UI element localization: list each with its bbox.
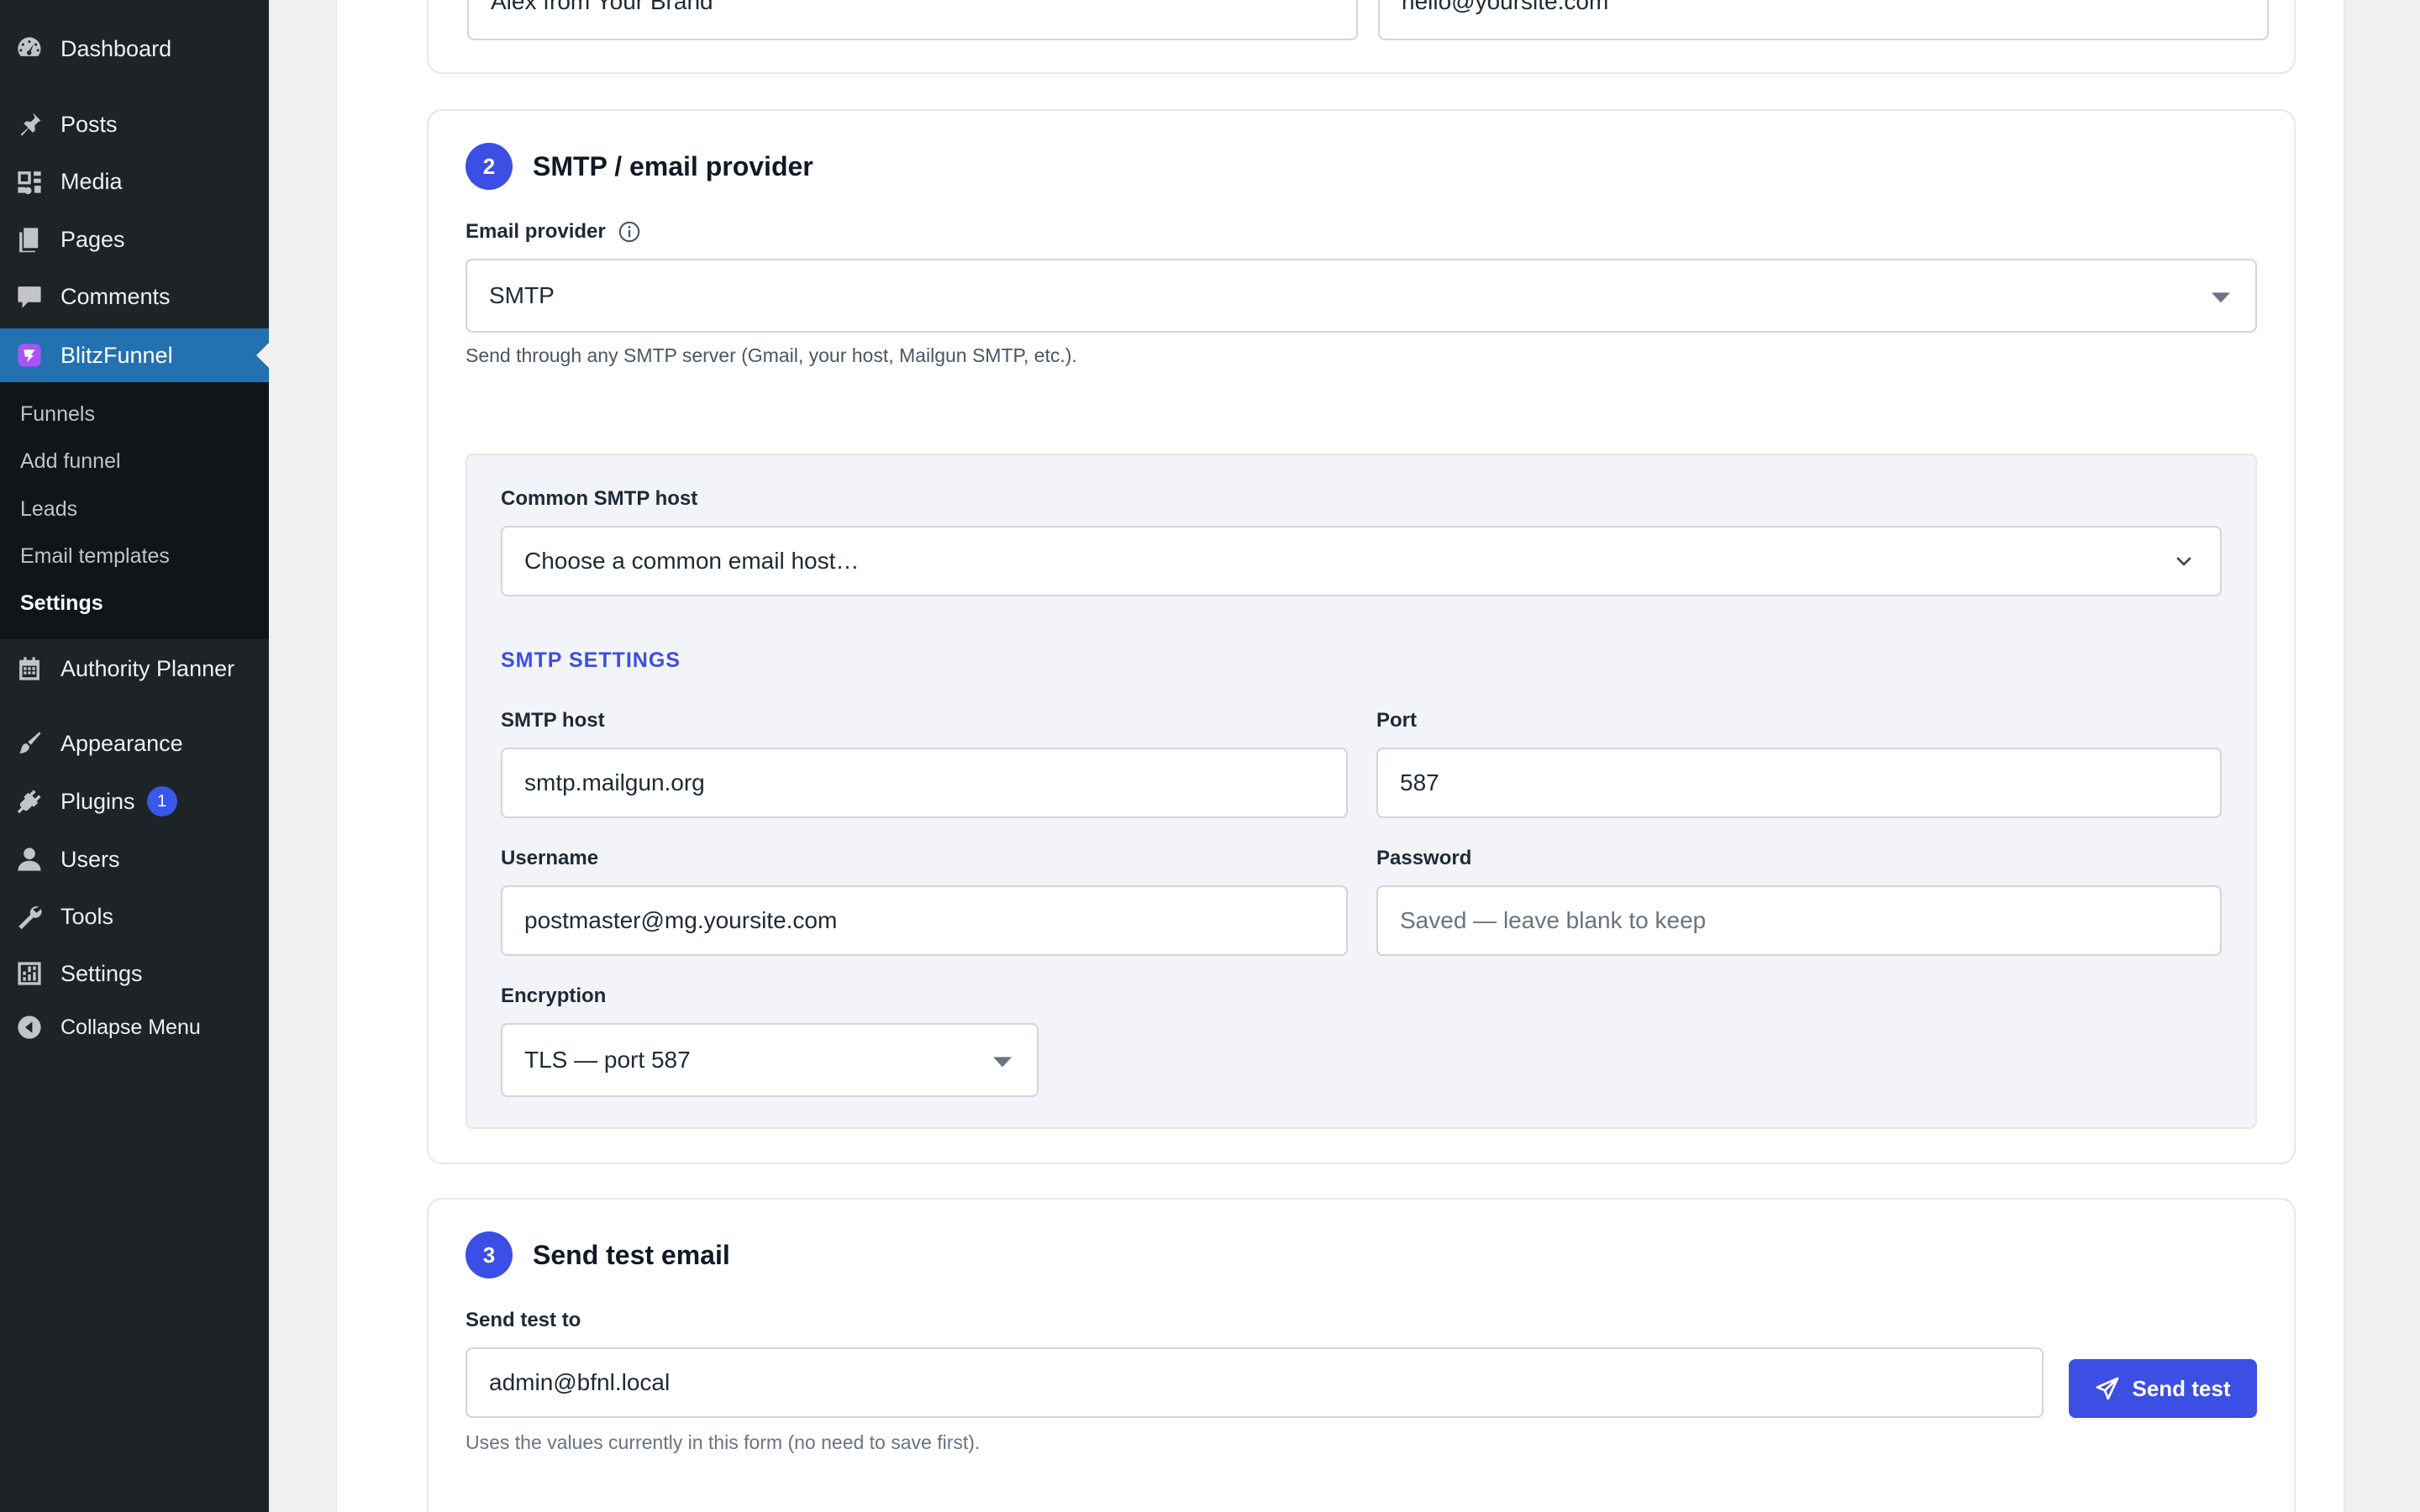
send-test-button-label: Send test — [2132, 1375, 2231, 1401]
sidebar-item-label: Dashboard — [60, 35, 172, 61]
chevron-down-icon — [2176, 557, 2191, 566]
email-provider-select[interactable]: SMTP — [466, 259, 2257, 333]
blitzfunnel-submenu: Funnels Add funnel Leads Email templates… — [0, 382, 269, 639]
step-number-2: 2 — [466, 143, 513, 190]
encryption-label: Encryption — [501, 984, 607, 1007]
submenu-item-add-funnel[interactable]: Add funnel — [20, 449, 121, 474]
submenu-item-leads[interactable]: Leads — [20, 497, 77, 522]
submenu-item-settings[interactable]: Settings — [20, 591, 103, 616]
port-label: Port — [1376, 709, 1417, 732]
smtp-card-title: SMTP / email provider — [533, 151, 813, 181]
smtp-settings-heading: SMTP SETTINGS — [501, 648, 681, 672]
send-test-button[interactable]: Send test — [2069, 1359, 2257, 1418]
smtp-host-label: SMTP host — [501, 709, 605, 732]
from-email-field[interactable]: hello@yoursite.com — [1378, 0, 2269, 40]
username-input[interactable]: postmaster@mg.yoursite.com — [501, 885, 1348, 956]
wrench-icon — [15, 902, 44, 931]
pages-icon — [15, 225, 44, 254]
email-provider-label: Email provider — [466, 220, 606, 243]
email-provider-value: SMTP — [489, 282, 555, 308]
media-icon — [15, 167, 44, 196]
sidebar-item-label: Pages — [60, 226, 125, 252]
sidebar-item-plugins[interactable]: Plugins 1 — [0, 776, 269, 827]
dropdown-arrow-icon — [2212, 292, 2230, 303]
port-input[interactable]: 587 — [1376, 748, 2222, 818]
send-test-to-input[interactable]: admin@bfnl.local — [466, 1347, 2044, 1418]
sidebar-item-authority-planner[interactable]: Authority Planner — [0, 643, 269, 694]
sidebar-item-blitzfunnel[interactable]: BlitzFunnel — [0, 328, 269, 382]
settings-icon — [15, 959, 44, 988]
common-smtp-host-select[interactable]: Choose a common email host… — [501, 526, 2222, 596]
sidebar-item-users[interactable]: Users — [0, 834, 269, 885]
admin-sidebar: Dashboard Posts Media Pages Comments Bli… — [0, 0, 269, 1512]
collapse-menu-button[interactable]: Collapse Menu — [0, 1002, 269, 1053]
sidebar-item-tools[interactable]: Tools — [0, 891, 269, 942]
collapse-arrow-icon — [15, 1013, 44, 1042]
from-name-field[interactable]: Alex from Your Brand — [467, 0, 1358, 40]
sidebar-item-pages[interactable]: Pages — [0, 214, 269, 265]
brush-icon — [15, 729, 44, 758]
sidebar-item-dashboard[interactable]: Dashboard — [0, 24, 269, 74]
submenu-item-email-templates[interactable]: Email templates — [20, 544, 170, 569]
submenu-item-funnels[interactable]: Funnels — [20, 402, 95, 427]
email-provider-hint: Send through any SMTP server (Gmail, you… — [466, 344, 1077, 366]
sidebar-item-posts[interactable]: Posts — [0, 99, 269, 150]
blitzfunnel-icon — [15, 341, 44, 370]
sidebar-item-label: Authority Planner — [60, 655, 235, 681]
sidebar-item-label: Plugins — [60, 788, 135, 814]
pin-icon — [15, 110, 44, 139]
send-icon — [2096, 1377, 2119, 1400]
plugin-icon — [15, 787, 44, 816]
user-icon — [15, 845, 44, 874]
dropdown-arrow-icon — [993, 1057, 1012, 1068]
password-input[interactable]: Saved — leave blank to keep — [1376, 885, 2222, 956]
step-number-3: 3 — [466, 1231, 513, 1278]
sender-card: Alex from Your Brand hello@yoursite.com — [427, 0, 2296, 74]
sidebar-item-settings[interactable]: Settings — [0, 948, 269, 999]
password-label: Password — [1376, 847, 1472, 869]
send-test-to-label: Send test to — [466, 1309, 581, 1331]
sidebar-item-label: Posts — [60, 111, 118, 137]
sidebar-item-label: Users — [60, 846, 120, 872]
sidebar-item-appearance[interactable]: Appearance — [0, 718, 269, 769]
sidebar-item-label: Settings — [60, 960, 143, 986]
sidebar-item-label: Comments — [60, 283, 171, 309]
username-label: Username — [501, 847, 599, 869]
calendar-icon — [15, 654, 44, 683]
sidebar-item-label: Media — [60, 168, 123, 194]
smtp-host-input[interactable]: smtp.mailgun.org — [501, 748, 1348, 818]
encryption-select[interactable]: TLS — port 587 — [501, 1023, 1039, 1097]
sidebar-item-label: BlitzFunnel — [60, 342, 173, 368]
plugins-update-badge: 1 — [146, 786, 177, 816]
sidebar-item-label: Appearance — [60, 730, 183, 756]
info-icon[interactable] — [618, 220, 641, 244]
encryption-value: TLS — port 587 — [524, 1047, 691, 1073]
sidebar-item-media[interactable]: Media — [0, 156, 269, 207]
common-smtp-host-label: Common SMTP host — [501, 487, 698, 510]
test-card-title: Send test email — [533, 1240, 730, 1270]
dashboard-icon — [15, 34, 44, 63]
send-test-hint: Uses the values currently in this form (… — [466, 1431, 981, 1453]
sidebar-item-label: Tools — [60, 903, 114, 929]
sidebar-item-comments[interactable]: Comments — [0, 271, 269, 322]
comments-icon — [15, 282, 44, 311]
common-smtp-host-value: Choose a common email host… — [524, 548, 860, 574]
collapse-menu-label: Collapse Menu — [60, 1015, 201, 1039]
